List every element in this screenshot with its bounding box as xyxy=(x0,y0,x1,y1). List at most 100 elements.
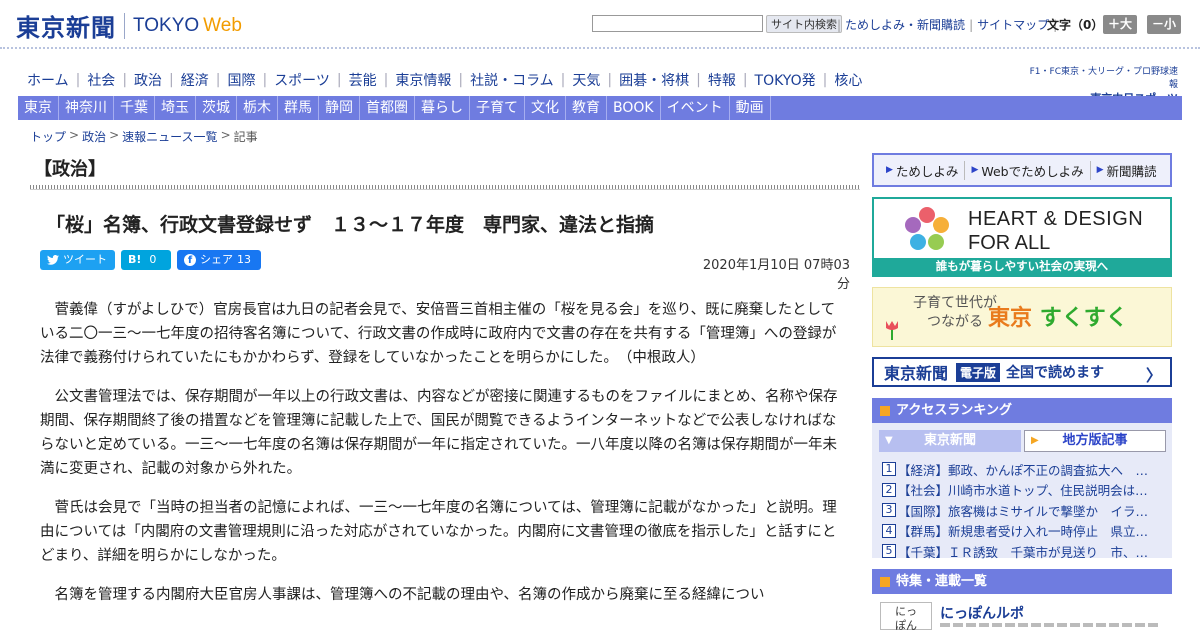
nippon-reportage-item[interactable]: にっ ぽん にっぽんルポ xyxy=(872,597,1172,630)
article-paragraph: 公文書管理法では、保存期間が一年以上の行政文書は、内容などが密接に関連するものを… xyxy=(40,389,838,477)
main-nav-item[interactable]: 特報 xyxy=(701,70,743,90)
hatena-bookmark-button[interactable]: B! 0 xyxy=(121,250,171,270)
main-nav-item[interactable]: 芸能 xyxy=(342,70,384,90)
main-nav-item[interactable]: ホーム xyxy=(20,70,76,90)
digital-edition-banner[interactable]: 東京新聞 電子版 全国で読めます 〉 xyxy=(872,357,1172,387)
breadcrumb: トップ > 政治 > 速報ニュース一覧 > 記事 xyxy=(30,128,258,145)
trial-subscribe-link[interactable]: ためしよみ・新聞購読 xyxy=(845,16,965,33)
main-nav-item[interactable]: TOKYO発 xyxy=(748,70,823,90)
main-nav-item[interactable]: 囲碁・将棋 xyxy=(612,70,696,90)
regional-nav-item[interactable]: 群馬 xyxy=(278,96,319,120)
main-nav-item[interactable]: 天気 xyxy=(565,70,607,90)
header-links: | ためしよみ・新聞購読 | サイトマップ | xyxy=(837,16,1058,33)
regional-nav-item[interactable]: 文化 xyxy=(525,96,566,120)
flower-logo-icon xyxy=(905,207,949,250)
regional-nav-item[interactable]: 子育て xyxy=(470,96,525,120)
regional-nav-item[interactable]: 神奈川 xyxy=(59,96,114,120)
logo-en-web: Web xyxy=(203,14,242,36)
ranking-number: 1 xyxy=(882,462,896,477)
ranking-headline: 【群馬】新規患者受け入れ一時停止 県立… xyxy=(898,524,1149,540)
sitemap-link[interactable]: サイトマップ xyxy=(977,16,1049,33)
square-bullet-icon xyxy=(880,576,890,587)
ranking-tab-local[interactable]: ▶ 地方版記事 xyxy=(1024,430,1166,452)
section-title: 【政治】 xyxy=(34,159,106,180)
breadcrumb-politics[interactable]: 政治 xyxy=(82,128,106,145)
regional-nav-item[interactable]: イベント xyxy=(661,96,730,120)
heart-design-banner[interactable]: HEART & DESIGN FOR ALL 誰もが暮らしやすい社会の実現へ xyxy=(872,197,1172,277)
main-nav-item[interactable]: 社会 xyxy=(80,70,122,90)
regional-nav-item[interactable]: 千葉 xyxy=(114,96,155,120)
triangle-down-icon: ▼ xyxy=(885,435,893,446)
main-nav-item[interactable]: 東京情報 xyxy=(388,70,458,90)
trial-read-link[interactable]: ▶ ためしよみ xyxy=(880,160,966,180)
ranking-item[interactable]: 4 【群馬】新規患者受け入れ一時停止 県立… xyxy=(882,521,1167,542)
ranking-list: 1 【経済】郵政、かんぽ不正の調査拡大へ … 2 【社会】川崎市水道トップ、住民説明会… xyxy=(882,459,1167,562)
article-paragraph: 名簿を管理する内閣府大臣官房人事課は、管理簿への不記載の理由や、名簿の作成から廃… xyxy=(54,587,765,603)
section-divider xyxy=(30,185,860,190)
regional-nav-item[interactable]: BOOK xyxy=(607,96,661,120)
denshi-logo: 東京新聞 xyxy=(884,364,949,383)
regional-nav-item[interactable]: 静岡 xyxy=(319,96,360,120)
main-nav-item[interactable]: 政治 xyxy=(127,70,169,90)
sukusuku-tagline: 子育て世代が つながる xyxy=(913,295,997,330)
features-header: 特集・連載一覧 xyxy=(872,569,1172,594)
facebook-share-button[interactable]: f シェア 13 xyxy=(177,250,261,270)
ranking-headline: 【国際】旅客機はミサイルで撃墜か イラ… xyxy=(898,503,1149,519)
regional-nav-item[interactable]: 暮らし xyxy=(415,96,470,120)
article-date: 2020年1月10日 07時03分 xyxy=(702,258,850,292)
triangle-right-icon: ▶ xyxy=(971,165,979,175)
ranking-item[interactable]: 1 【経済】郵政、かんぽ不正の調査拡大へ … xyxy=(882,459,1167,480)
hatena-count: 0 xyxy=(149,253,157,266)
site-logo[interactable]: 東京新聞 TOKYO Web xyxy=(16,8,242,43)
tokyo-sukusuku-banner[interactable]: 子育て世代が つながる 東京 すくすく xyxy=(872,287,1172,347)
chevron-right-icon: 〉 xyxy=(1145,366,1162,385)
hd4a-line1: HEART & DESIGN xyxy=(968,208,1144,230)
ranking-item[interactable]: 5 【千葉】ＩＲ誘致 千葉市が見送り 市、… xyxy=(882,541,1167,562)
logo-divider xyxy=(124,12,125,39)
hd4a-caption: 誰もが暮らしやすい社会の実現へ xyxy=(874,258,1170,275)
nippon-reportage-title: にっぽんルポ xyxy=(940,606,1024,622)
main-nav-item[interactable]: スポーツ xyxy=(267,70,337,90)
site-header: 東京新聞 TOKYO Web サイト内検索 | ためしよみ・新聞購読 | サイト… xyxy=(0,0,1200,50)
subscribe-link[interactable]: ▶ 新聞購読 xyxy=(1091,161,1163,180)
sukusuku-logo: 東京 すくすく xyxy=(988,306,1128,331)
regional-nav-item[interactable]: 栃木 xyxy=(237,96,278,120)
regional-nav-item[interactable]: 動画 xyxy=(730,96,771,120)
ranking-tab-tokyo[interactable]: ▼ 東京新聞 xyxy=(879,430,1021,452)
main-nav-item[interactable]: 社説・コラム xyxy=(463,70,561,90)
triangle-right-icon: ▶ xyxy=(1031,435,1039,446)
nippon-reportage-thumbnail: にっ ぽん xyxy=(880,602,932,630)
sports-banner-caption: F1・FC東京・大リーグ・プロ野球速報 xyxy=(1029,67,1178,90)
tweet-label: ツイート xyxy=(63,253,107,266)
regional-nav-item[interactable]: 教育 xyxy=(566,96,607,120)
denshi-tag: 電子版 xyxy=(956,362,1001,382)
main-nav-item[interactable]: 経済 xyxy=(174,70,216,90)
regional-nav-item[interactable]: 東京 xyxy=(18,96,59,120)
hatena-icon: B! xyxy=(128,253,142,266)
regional-nav-item[interactable]: 埼玉 xyxy=(155,96,196,120)
regional-nav-item[interactable]: 首都圏 xyxy=(360,96,415,120)
breadcrumb-top[interactable]: トップ xyxy=(30,128,66,145)
font-smaller-button[interactable]: －小 xyxy=(1147,15,1182,34)
site-search-button[interactable]: サイト内検索 xyxy=(766,15,842,33)
site-search-input[interactable] xyxy=(592,15,763,32)
article-paragraph: 菅氏は会見で「当時の担当者の記憶によれば、一三～一七年度の名簿については、管理簿… xyxy=(40,500,837,564)
regional-nav: 東京 神奈川 千葉 埼玉 茨城 栃木 群馬 静岡 首都圏 暮らし 子育て 文化 教育 BOOK イベント 動画 xyxy=(18,96,1182,120)
font-larger-button[interactable]: ＋大 xyxy=(1103,15,1138,34)
breadcrumb-news-list[interactable]: 速報ニュース一覧 xyxy=(122,128,217,145)
article-title: 「桜」名簿、行政文書登録せず １３～１７年度 専門家、違法と指摘 xyxy=(46,214,655,236)
ranking-item[interactable]: 2 【社会】川崎市水道トップ、住民説明会は… xyxy=(882,480,1167,501)
article-paragraph: 菅義偉（すがよしひで）官房長官は九日の記者会見で、安倍晋三首相主催の「桜を見る会… xyxy=(40,302,837,366)
font-size-label: 文字（0） xyxy=(1047,18,1104,32)
share-buttons: ツイート B! 0 f シェア 13 xyxy=(40,250,261,270)
access-ranking-header: アクセスランキング xyxy=(872,398,1172,423)
tulip-icon xyxy=(886,321,898,340)
square-bullet-icon xyxy=(880,405,890,416)
tweet-button[interactable]: ツイート xyxy=(40,250,115,270)
ranking-item[interactable]: 3 【国際】旅客機はミサイルで撃墜か イラ… xyxy=(882,500,1167,521)
regional-nav-item[interactable]: 茨城 xyxy=(196,96,237,120)
main-nav-item[interactable]: 核心 xyxy=(827,70,869,90)
main-nav-item[interactable]: 国際 xyxy=(220,70,262,90)
facebook-share-label: シェア xyxy=(200,253,233,266)
web-trial-link[interactable]: ▶ Webでためしよみ xyxy=(965,160,1091,180)
